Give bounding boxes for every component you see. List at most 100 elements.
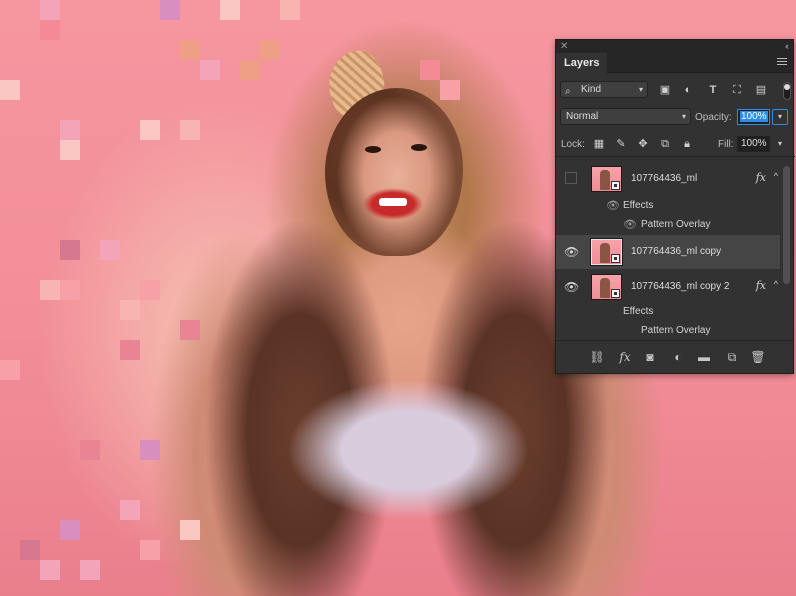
opacity-value: 100%	[740, 111, 768, 122]
layer-row[interactable]: 👁︎ 107764436_ml copy 2 fx ^	[556, 270, 780, 304]
collapse-icon[interactable]: ‹‹	[785, 40, 789, 53]
mosaic-tile	[140, 280, 160, 300]
add-mask-icon[interactable]: ◙	[642, 349, 658, 365]
lock-image-icon[interactable]: ✎	[614, 137, 628, 151]
adjustment-layer-icon[interactable]: ◐	[670, 349, 686, 365]
mosaic-tile	[280, 0, 300, 20]
mosaic-tile	[120, 500, 140, 520]
eye-icon[interactable]: 👁︎	[623, 218, 637, 231]
shape-filter-icon[interactable]: ⛶	[730, 83, 744, 97]
mosaic-tile	[180, 40, 200, 60]
image-filter-icon[interactable]: ▣	[658, 83, 672, 97]
filter-toggle-switch[interactable]	[783, 82, 791, 100]
filter-kind-label: Kind	[581, 84, 602, 95]
layer-thumbnail	[591, 166, 622, 192]
tab-layers[interactable]: Layers	[556, 53, 608, 73]
eye-icon[interactable]: 👁︎	[606, 199, 620, 212]
mosaic-tile	[220, 0, 240, 20]
mosaic-tile	[0, 360, 20, 380]
mosaic-tile	[40, 280, 60, 300]
mosaic-tile	[180, 520, 200, 540]
chevron-up-icon[interactable]: ^	[774, 279, 778, 289]
lock-transparent-icon[interactable]: ▦	[592, 137, 606, 151]
eye-icon[interactable]: 👁︎	[564, 245, 579, 259]
filter-kind-dropdown[interactable]: ⌕ Kind ▾	[560, 81, 648, 98]
layers-list: 107764436_ml fx ^ 👁︎ Effects 👁︎ Pattern …	[556, 160, 780, 338]
panel-tab-row: Layers	[556, 53, 793, 73]
adjustment-filter-icon[interactable]: ◐	[681, 83, 695, 97]
mosaic-tile	[120, 340, 140, 360]
mosaic-tile	[100, 240, 120, 260]
visibility-toggle-off[interactable]	[565, 172, 577, 184]
new-layer-icon[interactable]: ⧉	[724, 349, 740, 365]
opacity-slider-toggle[interactable]: ▾	[772, 109, 788, 125]
effect-row[interactable]: 👁︎ Pattern Overlay	[556, 215, 780, 234]
effects-row[interactable]: Effects	[556, 302, 780, 321]
fill-label: Fill:	[718, 139, 734, 150]
effects-label: Effects	[623, 306, 654, 317]
mosaic-tile	[200, 60, 220, 80]
lock-artboard-icon[interactable]: ⧉	[658, 137, 672, 151]
layer-name[interactable]: 107764436_ml	[631, 173, 697, 184]
mosaic-tile	[40, 20, 60, 40]
layer-row[interactable]: 107764436_ml fx ^	[556, 162, 780, 196]
delete-layer-icon[interactable]: 🗑︎	[750, 349, 766, 365]
blend-mode-dropdown[interactable]: Normal ▾	[560, 108, 691, 125]
layers-scrollbar-thumb[interactable]	[783, 166, 790, 284]
panel-title-bar[interactable]: ✕ ‹‹	[556, 40, 793, 53]
mosaic-tile	[440, 80, 460, 100]
mosaic-tile	[60, 520, 80, 540]
fx-icon[interactable]: fx	[756, 171, 766, 184]
link-layers-icon[interactable]: ⛓︎	[589, 349, 605, 365]
chevron-up-icon[interactable]: ^	[774, 171, 778, 181]
blend-mode-label: Normal	[566, 111, 599, 122]
mosaic-tile	[140, 440, 160, 460]
smart-object-filter-icon[interactable]: ▤	[754, 83, 768, 97]
blend-row: Normal ▾ Opacity: 100% ▾	[556, 105, 795, 129]
panel-menu-icon[interactable]	[777, 58, 787, 67]
layer-name[interactable]: 107764436_ml copy	[631, 246, 721, 257]
effect-row[interactable]: Pattern Overlay	[556, 321, 780, 338]
mosaic-tile	[420, 60, 440, 80]
new-group-icon[interactable]: ▬	[696, 349, 712, 365]
lock-label: Lock:	[561, 139, 585, 150]
fill-field[interactable]: 100%	[737, 136, 770, 152]
eye-icon[interactable]: 👁︎	[564, 280, 579, 294]
face-cutout-image	[325, 88, 463, 256]
mosaic-tile	[120, 300, 140, 320]
smart-object-icon	[611, 254, 620, 263]
mosaic-tile	[60, 280, 80, 300]
mosaic-tile	[80, 560, 100, 580]
mosaic-tile	[60, 120, 80, 140]
fill-slider-toggle[interactable]: ▾	[772, 136, 788, 152]
mosaic-tile	[60, 240, 80, 260]
opacity-label: Opacity:	[695, 112, 732, 123]
close-icon[interactable]: ✕	[560, 40, 568, 53]
chevron-down-icon: ▾	[681, 112, 686, 121]
fx-icon[interactable]: fx	[617, 349, 633, 365]
mosaic-tile	[20, 540, 40, 560]
layer-name[interactable]: 107764436_ml copy 2	[631, 281, 729, 292]
effect-label: Pattern Overlay	[641, 325, 711, 336]
mosaic-tile	[40, 0, 60, 20]
filter-row: ⌕ Kind ▾ ▣ ◐ T ⛶ ▤	[556, 78, 795, 102]
mosaic-tile	[40, 560, 60, 580]
effect-label: Pattern Overlay	[641, 219, 711, 230]
mosaic-tile	[240, 60, 260, 80]
layer-row[interactable]: 👁︎ 107764436_ml copy	[556, 235, 780, 269]
lock-all-icon[interactable]: 🔒︎	[680, 137, 694, 151]
smart-object-icon	[611, 181, 620, 190]
mosaic-tile	[180, 120, 200, 140]
opacity-field[interactable]: 100%	[737, 109, 770, 125]
fx-icon[interactable]: fx	[756, 279, 766, 292]
smart-object-icon	[611, 289, 620, 298]
lock-position-icon[interactable]: ✥	[636, 137, 650, 151]
effects-row[interactable]: 👁︎ Effects	[556, 196, 780, 215]
lock-row: Lock: ▦ ✎ ✥ ⧉ 🔒︎ Fill: 100% ▾	[556, 133, 795, 157]
layer-thumbnail	[591, 274, 622, 300]
type-filter-icon[interactable]: T	[706, 83, 720, 97]
mosaic-tile	[80, 440, 100, 460]
chevron-down-icon: ▾	[638, 85, 643, 94]
mosaic-tile	[180, 320, 200, 340]
mosaic-tile	[60, 140, 80, 160]
